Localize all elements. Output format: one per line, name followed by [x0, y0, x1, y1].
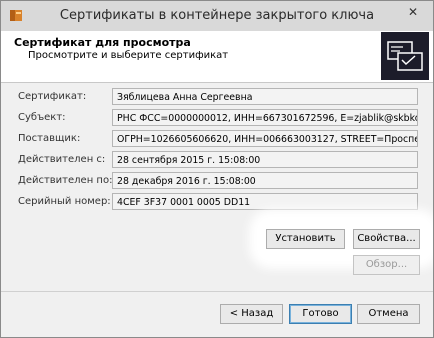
- header-title: Сертификат для просмотра: [14, 36, 191, 49]
- field-value[interactable]: ОГРН=1026605606620, ИНН=006663003127, ST…: [112, 130, 418, 147]
- field-value[interactable]: 28 сентября 2015 г. 15:08:00: [112, 151, 418, 168]
- cancel-button[interactable]: Отмена: [357, 304, 420, 324]
- install-button[interactable]: Установить: [266, 229, 345, 249]
- footer-divider: [1, 291, 433, 292]
- field-valid-to: Действителен по: 28 декабря 2016 г. 15:0…: [1, 172, 433, 191]
- window-title: Сертификаты в контейнере закрытого ключа: [59, 8, 375, 23]
- title-bar[interactable]: Сертификаты в контейнере закрытого ключа…: [1, 1, 433, 31]
- certificate-icon: [381, 32, 429, 80]
- wizard-header: Сертификат для просмотра Просмотрите и в…: [1, 31, 433, 83]
- field-value[interactable]: Зяблицева Анна Сергеевна: [112, 88, 418, 105]
- finish-button[interactable]: Готово: [289, 304, 352, 324]
- field-value[interactable]: 4CEF 3F37 0001 0005 DD11: [112, 193, 418, 210]
- field-label: Действителен с:: [18, 154, 106, 165]
- close-icon: ✕: [407, 5, 419, 19]
- field-label: Серийный номер:: [18, 196, 111, 207]
- back-button[interactable]: < Назад: [220, 304, 283, 324]
- field-value[interactable]: 28 декабря 2016 г. 15:08:00: [112, 172, 418, 189]
- field-subject: Субъект: РНС ФСС=0000000012, ИНН=6673016…: [1, 109, 433, 128]
- field-label: Действителен по:: [18, 175, 113, 186]
- field-valid-from: Действителен с: 28 сентября 2015 г. 15:0…: [1, 151, 433, 170]
- browse-button[interactable]: Обзор...: [353, 255, 420, 275]
- header-subtitle: Просмотрите и выберите сертификат: [28, 50, 229, 61]
- field-serial-number: Серийный номер: 4CEF 3F37 0001 0005 DD11: [1, 193, 433, 212]
- field-label: Субъект:: [18, 112, 66, 123]
- field-certificate: Сертификат: Зяблицева Анна Сергеевна: [1, 88, 433, 107]
- field-issuer: Поставщик: ОГРН=1026605606620, ИНН=00666…: [1, 130, 433, 149]
- properties-button[interactable]: Свойства...: [353, 229, 420, 249]
- field-value[interactable]: РНС ФСС=0000000012, ИНН=667301672596, E=…: [112, 109, 418, 126]
- field-label: Сертификат:: [18, 91, 87, 102]
- dialog-window: Сертификаты в контейнере закрытого ключа…: [0, 0, 434, 338]
- field-label: Поставщик:: [18, 133, 81, 144]
- close-button[interactable]: ✕: [393, 1, 433, 23]
